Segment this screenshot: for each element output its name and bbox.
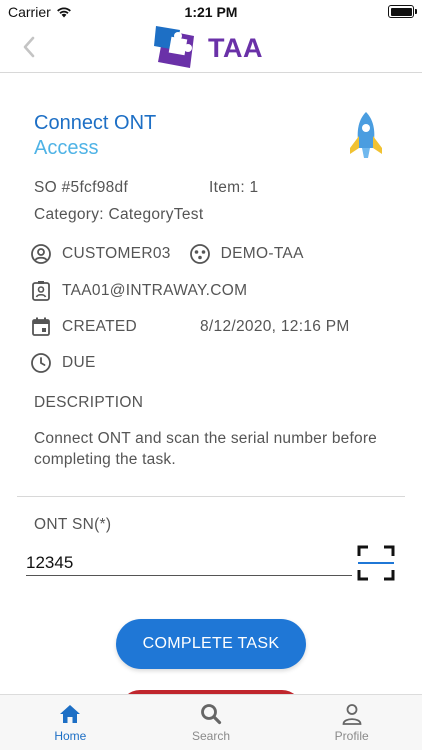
user-email: TAA01@INTRAWAY.COM <box>62 282 248 299</box>
ont-sn-label: ONT SN(*) <box>34 516 112 533</box>
profile-icon <box>342 704 362 725</box>
account-circle-icon <box>30 243 52 265</box>
email-row: TAA01@INTRAWAY.COM <box>30 280 247 302</box>
created-date: 8/12/2020, 12:16 PM <box>200 318 350 335</box>
task-subtitle: Access <box>34 137 99 159</box>
due-label: DUE <box>62 354 96 371</box>
description-text: Connect ONT and scan the serial number b… <box>34 430 378 468</box>
back-button[interactable] <box>14 32 44 62</box>
status-row: CREATED 8/12/2020, 12:16 PM <box>30 316 349 338</box>
divider <box>17 496 405 497</box>
app-header: TAA <box>0 24 422 73</box>
task-status: CREATED <box>62 318 138 335</box>
tab-profile[interactable]: Profile <box>281 695 422 750</box>
calendar-icon <box>30 316 52 338</box>
scan-button[interactable] <box>356 544 396 582</box>
battery-icon <box>388 5 417 18</box>
home-icon <box>60 705 81 723</box>
description-label: DESCRIPTION <box>34 394 144 411</box>
tab-home[interactable]: Home <box>0 695 141 750</box>
badge-icon <box>30 280 52 302</box>
clock-icon <box>30 352 52 374</box>
item-number: Item: 1 <box>209 179 259 196</box>
puzzle-logo-icon <box>154 26 194 68</box>
customer-name: CUSTOMER03 <box>62 245 171 262</box>
tab-search[interactable]: Search <box>141 695 282 750</box>
barcode-scan-icon <box>357 545 395 581</box>
category-label: Category: CategoryTest <box>34 206 204 223</box>
tab-profile-label: Profile <box>334 729 369 743</box>
so-row: SO #5fcf98df Item: 1 <box>34 179 258 197</box>
complete-task-button[interactable]: COMPLETE TASK <box>116 619 306 669</box>
search-icon <box>201 704 222 725</box>
chevron-left-icon <box>23 36 35 58</box>
tab-search-label: Search <box>191 729 231 743</box>
task-title: Connect ONT <box>34 112 157 134</box>
ont-sn-input[interactable] <box>26 550 352 576</box>
so-number: SO #5fcf98df <box>34 179 129 196</box>
customer-row: CUSTOMER03 DEMO-TAA <box>30 243 304 265</box>
status-time: 1:21 PM <box>184 4 238 20</box>
tab-home-label: Home <box>54 729 87 743</box>
status-bar: Carrier 1:21 PM <box>0 0 422 24</box>
rocket-icon <box>350 112 382 158</box>
logo-text: TAA <box>208 32 263 63</box>
due-row: DUE <box>30 352 96 374</box>
app-logo: TAA <box>154 24 263 72</box>
group-icon <box>189 243 211 265</box>
tab-bar: Home Search Profile <box>0 694 422 750</box>
task-heading: Connect ONT Access <box>34 110 394 160</box>
group-name: DEMO-TAA <box>220 245 304 262</box>
